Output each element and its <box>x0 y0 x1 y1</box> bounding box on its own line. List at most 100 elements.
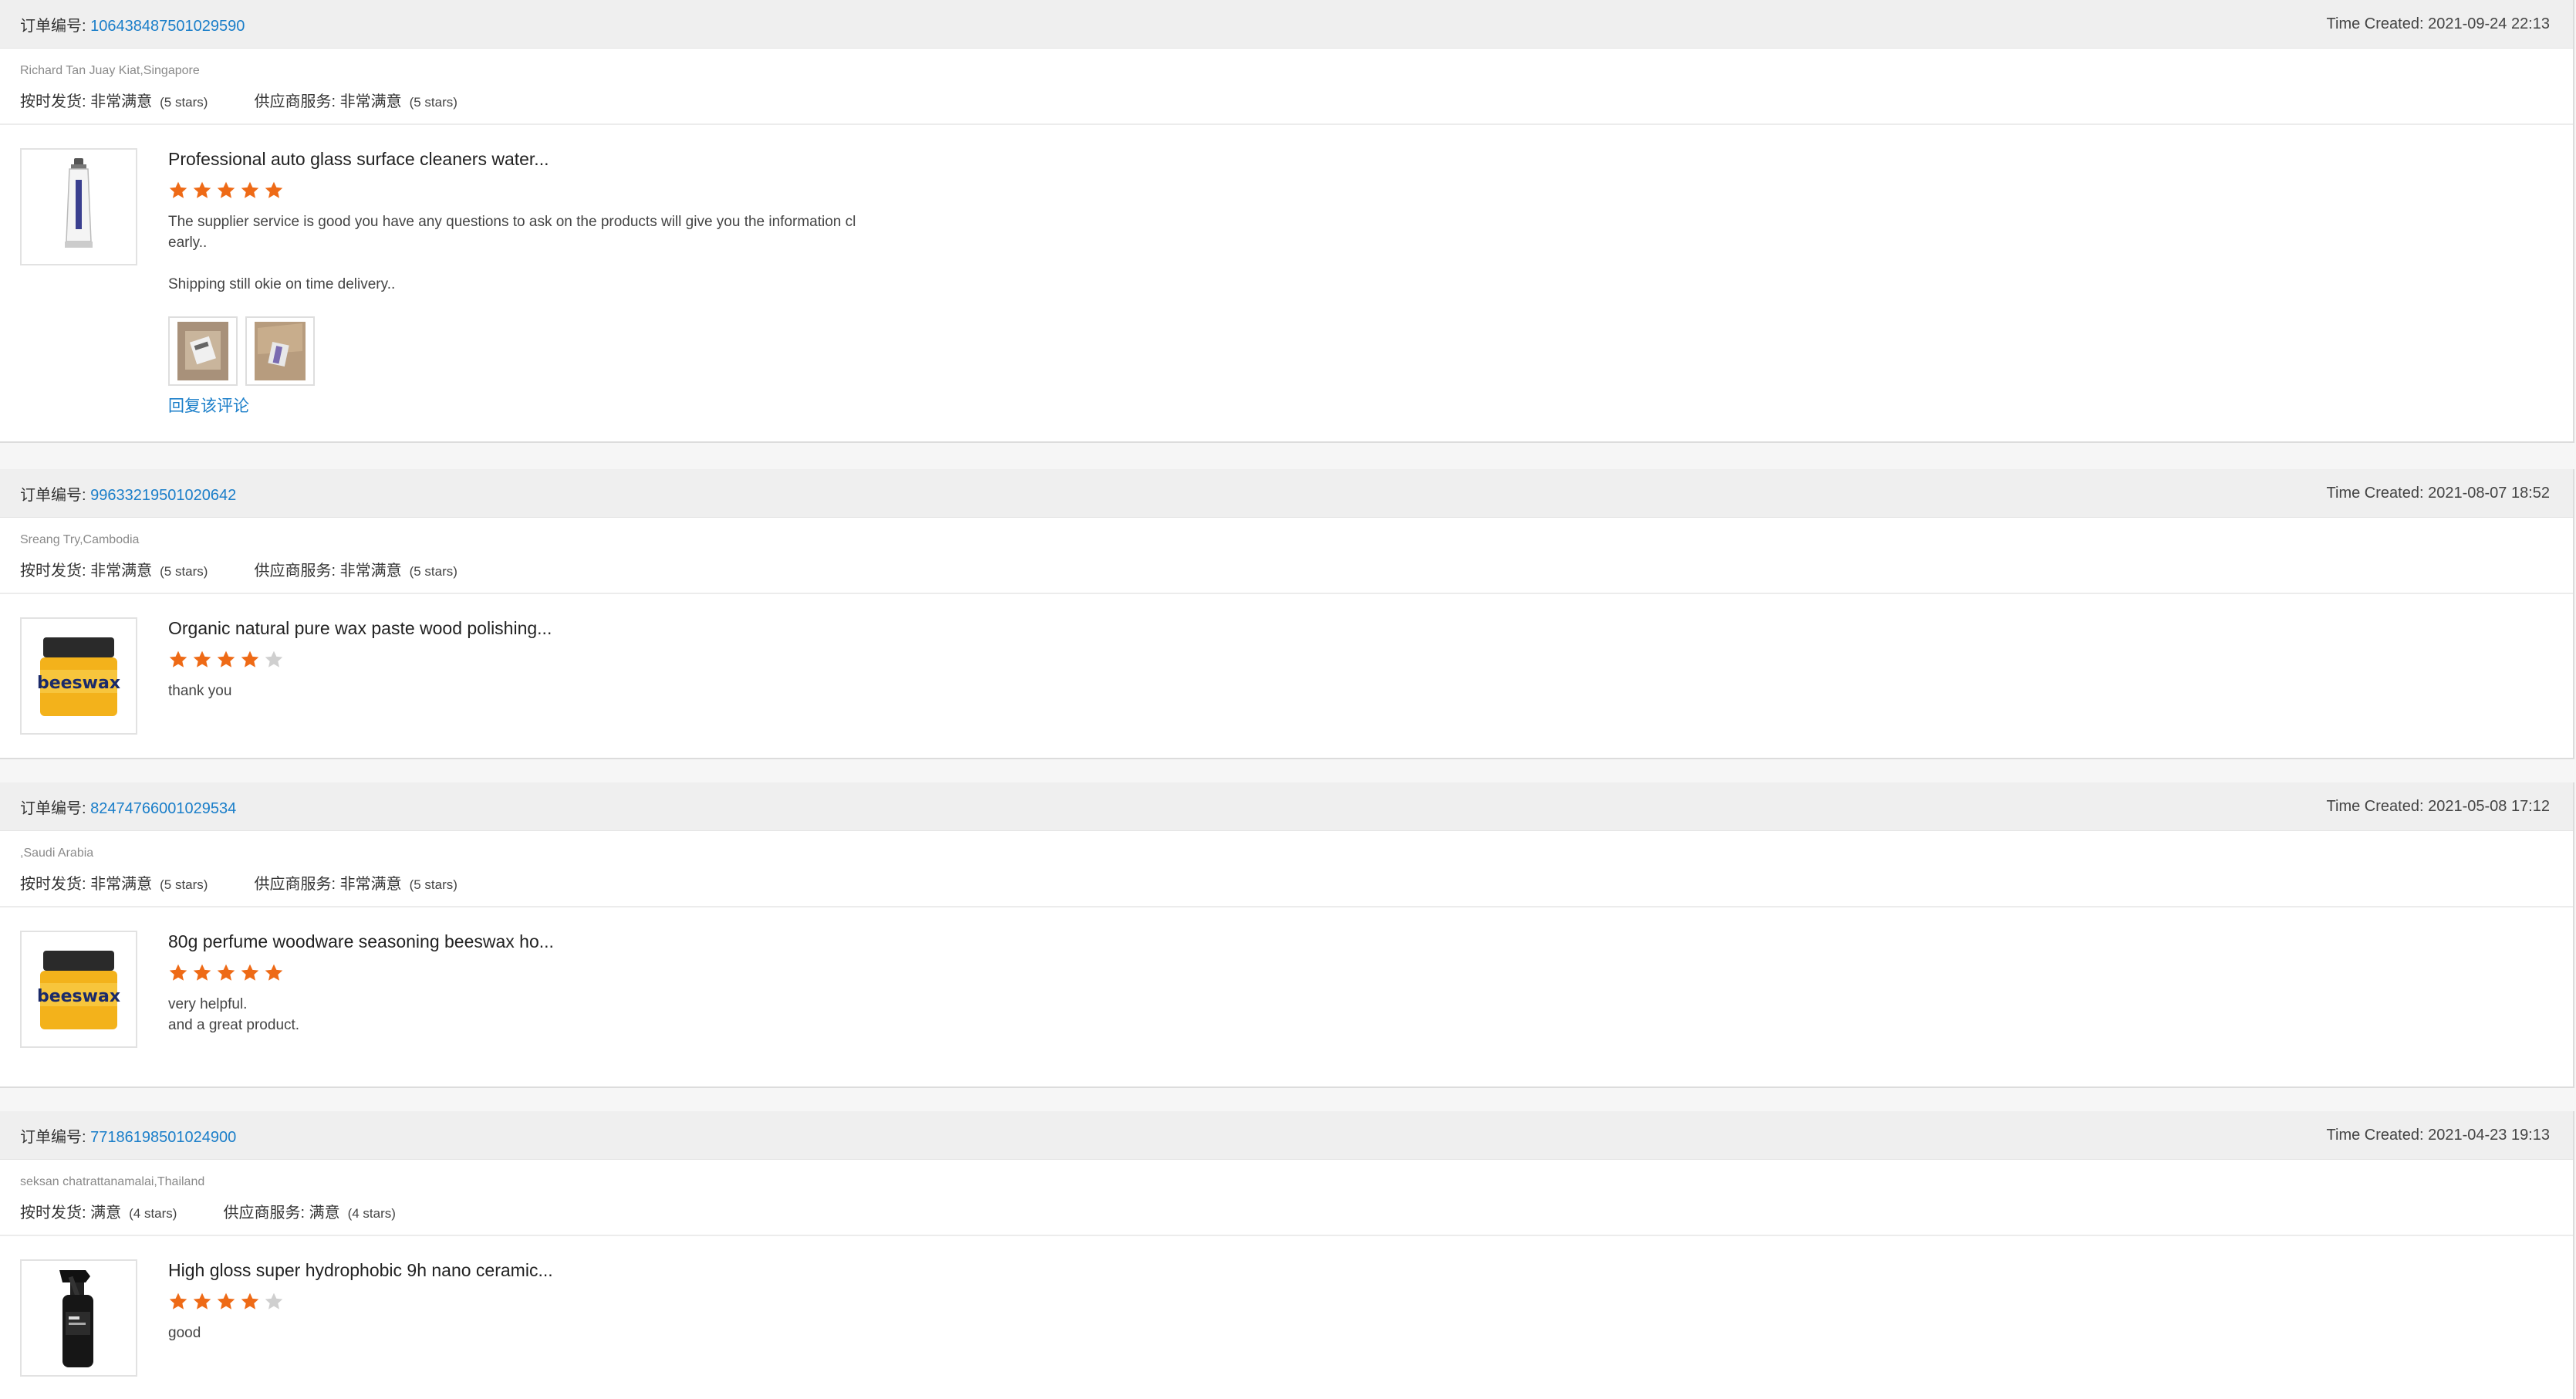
supplier-service-rating: 供应商服务: 满意 (4 stars) <box>223 1200 395 1222</box>
on-time-rating: 按时发货: 非常满意 (5 stars) <box>20 89 208 111</box>
product-thumbnail[interactable] <box>20 148 137 265</box>
seller-ratings: 按时发货: 非常满意 (5 stars) 供应商服务: 非常满意 (5 stars) <box>20 558 2553 580</box>
order-number-link[interactable]: 99633219501020642 <box>90 487 236 504</box>
review-header: 订单编号: 99633219501020642 Time Created: 20… <box>0 469 2573 518</box>
comment-line: The supplier service is good you have an… <box>168 214 856 230</box>
time-created: Time Created: 2021-04-23 19:13 <box>2327 1127 2550 1144</box>
product-title[interactable]: 80g perfume woodware seasoning beeswax h… <box>168 929 2553 954</box>
on-time-rating: 按时发货: 满意 (4 stars) <box>20 1200 177 1222</box>
star-empty-icon <box>265 651 283 667</box>
review-card: 订单编号: 99633219501020642 Time Created: 20… <box>0 469 2574 759</box>
star-empty-icon <box>265 1293 283 1309</box>
supplier-service-value: 非常满意 <box>339 93 402 110</box>
time-created: Time Created: 2021-08-07 18:52 <box>2327 485 2550 502</box>
supplier-service-rating: 供应商服务: 非常满意 (5 stars) <box>254 89 457 111</box>
on-time-stars: (5 stars) <box>160 95 208 110</box>
supplier-service-stars: (4 stars) <box>347 1206 396 1221</box>
supplier-service-label: 供应商服务: <box>254 93 336 110</box>
supplier-service-stars: (5 stars) <box>409 95 457 110</box>
time-created-value: 2021-04-23 19:13 <box>2428 1126 2550 1144</box>
product-thumbnail[interactable]: beeswax <box>20 931 137 1048</box>
supplier-service-label: 供应商服务: <box>254 876 336 893</box>
supplier-service-value: 非常满意 <box>339 876 402 893</box>
spray-bottle-icon <box>59 1270 93 1367</box>
comment-line: very helpful. <box>168 996 248 1012</box>
star-filled-icon <box>169 651 187 667</box>
on-time-value: 非常满意 <box>90 876 153 893</box>
star-rating <box>168 650 2553 670</box>
star-filled-icon <box>217 964 235 981</box>
review-content: Professional auto glass surface cleaners… <box>168 147 2553 417</box>
review-card: 订单编号: 77186198501024900 Time Created: 20… <box>0 1111 2574 1399</box>
product-title[interactable]: Professional auto glass surface cleaners… <box>168 147 2553 171</box>
jar-label-text: beeswax <box>37 674 120 693</box>
star-filled-icon <box>169 1293 187 1309</box>
beeswax-jar-icon: beeswax <box>37 951 120 1029</box>
on-time-value: 满意 <box>90 1205 122 1222</box>
on-time-rating: 按时发货: 非常满意 (5 stars) <box>20 558 208 580</box>
order-number-label: 订单编号: <box>20 17 86 35</box>
star-rating <box>168 181 2553 201</box>
comment-line: early.. <box>168 235 208 251</box>
on-time-label: 按时发货: <box>20 93 86 110</box>
star-filled-icon <box>193 181 211 198</box>
review-body: beeswax Organic natural pure wax paste w… <box>0 594 2573 735</box>
supplier-service-value: 非常满意 <box>339 563 402 580</box>
order-info: 订单编号: 82474766001029534 <box>20 796 236 818</box>
order-number-label: 订单编号: <box>20 486 86 504</box>
star-filled-icon <box>193 964 211 981</box>
review-photo[interactable] <box>168 316 238 386</box>
star-filled-icon <box>217 181 235 198</box>
seller-ratings: 按时发货: 非常满意 (5 stars) 供应商服务: 非常满意 (5 stars) <box>20 89 2553 111</box>
on-time-label: 按时发货: <box>20 876 86 893</box>
star-filled-icon <box>265 964 283 981</box>
review-body: High gloss super hydrophobic 9h nano cer… <box>0 1236 2573 1377</box>
supplier-service-stars: (5 stars) <box>409 877 457 892</box>
buyer-info: seksan chatrattanamalai,Thailand 按时发货: 满… <box>0 1160 2573 1236</box>
time-created: Time Created: 2021-09-24 22:13 <box>2327 15 2550 33</box>
order-number-link[interactable]: 77186198501024900 <box>90 1129 236 1146</box>
order-number-link[interactable]: 82474766001029534 <box>90 800 236 817</box>
order-info: 订单编号: 99633219501020642 <box>20 482 236 505</box>
supplier-service-rating: 供应商服务: 非常满意 (5 stars) <box>254 558 457 580</box>
review-content: 80g perfume woodware seasoning beeswax h… <box>168 929 2553 1036</box>
on-time-stars: (5 stars) <box>160 564 208 579</box>
product-title[interactable]: High gloss super hydrophobic 9h nano cer… <box>168 1258 2553 1282</box>
buyer-name: ,Saudi Arabia <box>20 846 94 860</box>
order-info: 订单编号: 106438487501029590 <box>20 13 245 35</box>
time-created-value: 2021-08-07 18:52 <box>2428 484 2550 502</box>
on-time-rating: 按时发货: 非常满意 (5 stars) <box>20 871 208 894</box>
on-time-value: 非常满意 <box>90 563 153 580</box>
star-filled-icon <box>241 964 259 981</box>
time-created-label: Time Created: <box>2326 15 2424 32</box>
seller-ratings: 按时发货: 满意 (4 stars) 供应商服务: 满意 (4 stars) <box>20 1200 2553 1222</box>
supplier-service-label: 供应商服务: <box>254 563 336 580</box>
comment-line <box>168 253 909 274</box>
review-header: 订单编号: 82474766001029534 Time Created: 20… <box>0 782 2573 831</box>
buyer-name: Richard Tan Juay Kiat,Singapore <box>20 64 200 77</box>
review-comment: very helpful. and a great product. <box>168 994 909 1036</box>
order-number-link[interactable]: 106438487501029590 <box>90 18 245 35</box>
review-photos <box>168 316 2553 386</box>
review-card: 订单编号: 106438487501029590 Time Created: 2… <box>0 0 2574 443</box>
review-header: 订单编号: 106438487501029590 Time Created: 2… <box>0 0 2573 49</box>
review-comment: thank you <box>168 681 909 701</box>
star-filled-icon <box>217 651 235 667</box>
parcel-photo-icon <box>255 322 306 380</box>
time-created-label: Time Created: <box>2326 484 2424 502</box>
product-title[interactable]: Organic natural pure wax paste wood poli… <box>168 616 2553 640</box>
reply-to-review-link[interactable]: 回复该评论 <box>168 394 2553 417</box>
star-rating <box>168 963 2553 983</box>
review-card: 订单编号: 82474766001029534 Time Created: 20… <box>0 782 2574 1088</box>
review-content: High gloss super hydrophobic 9h nano cer… <box>168 1258 2553 1343</box>
supplier-service-value: 满意 <box>309 1205 340 1222</box>
review-header: 订单编号: 77186198501024900 Time Created: 20… <box>0 1111 2573 1160</box>
star-filled-icon <box>193 651 211 667</box>
time-created-value: 2021-05-08 17:12 <box>2428 797 2550 815</box>
order-number-label: 订单编号: <box>20 1128 86 1146</box>
product-thumbnail[interactable] <box>20 1259 137 1377</box>
review-photo[interactable] <box>245 316 315 386</box>
buyer-name: Sreang Try,Cambodia <box>20 533 140 546</box>
supplier-service-stars: (5 stars) <box>409 564 457 579</box>
product-thumbnail[interactable]: beeswax <box>20 617 137 735</box>
